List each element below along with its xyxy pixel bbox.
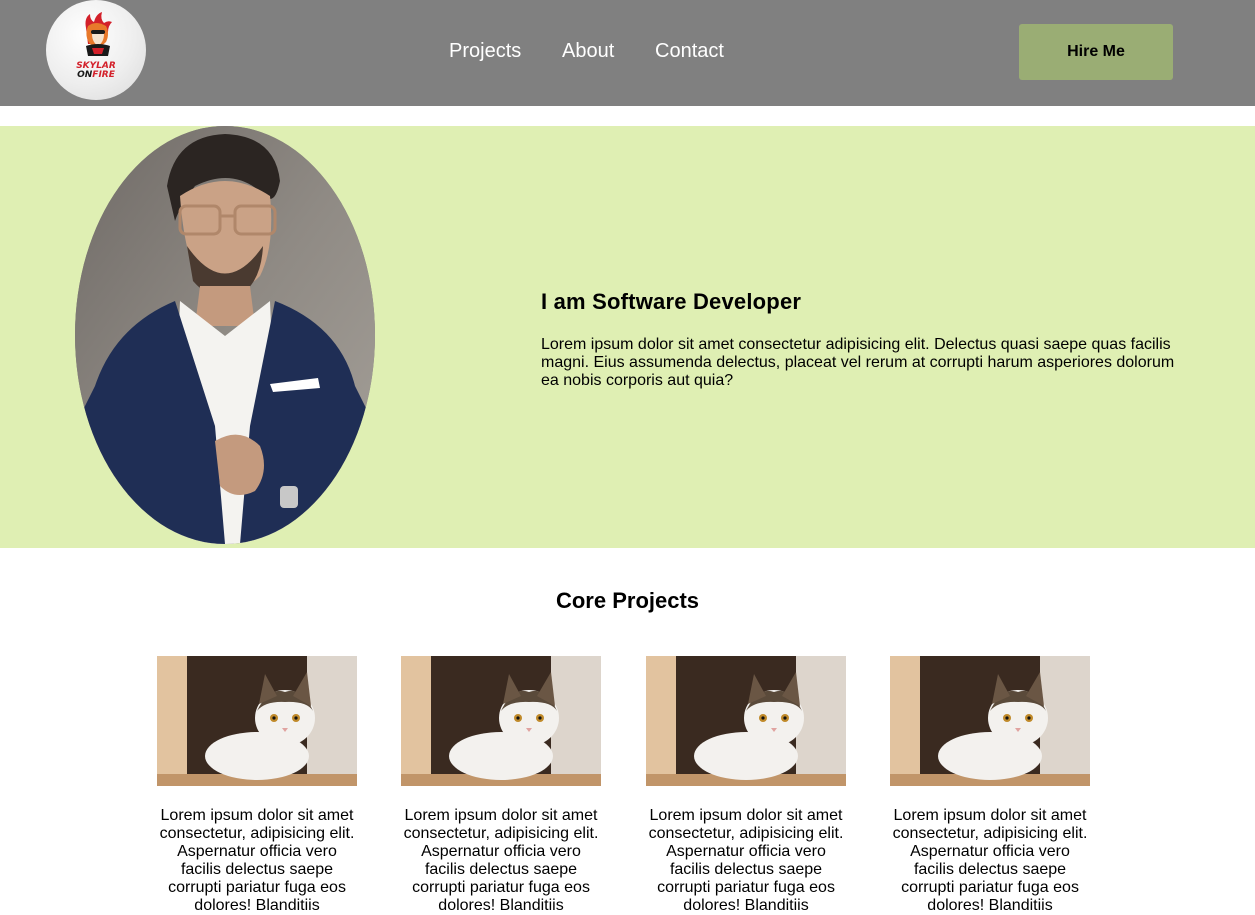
project-description: Lorem ipsum dolor sit amet consectetur, … (159, 807, 355, 914)
logo-text-fire: FIRE (92, 70, 115, 80)
project-thumbnail-cat (890, 656, 1090, 786)
project-description: Lorem ipsum dolor sit amet consectetur, … (892, 807, 1088, 914)
nav-link-about[interactable]: About (562, 40, 614, 63)
project-thumbnail-cat (646, 656, 846, 786)
project-description: Lorem ipsum dolor sit amet consectetur, … (403, 807, 599, 914)
nav-link-projects[interactable]: Projects (449, 40, 521, 63)
project-description: Lorem ipsum dolor sit amet consectetur, … (648, 807, 844, 914)
logo-text-secondary: ONFIRE (46, 71, 146, 80)
site-header: SKYLAR ONFIRE Projects About Contact Hir… (0, 0, 1255, 106)
hero-description: Lorem ipsum dolor sit amet consectetur a… (541, 336, 1175, 389)
developer-portrait (75, 126, 375, 544)
project-card[interactable]: Lorem ipsum dolor sit amet consectetur, … (157, 656, 357, 915)
hire-me-button[interactable]: Hire Me (1019, 24, 1173, 80)
hero-title: I am Software Developer (541, 289, 802, 314)
project-card[interactable]: Lorem ipsum dolor sit amet consectetur, … (401, 656, 601, 915)
logo-text-on: ON (77, 70, 93, 80)
site-logo[interactable]: SKYLAR ONFIRE (46, 0, 146, 100)
hero-section: I am Software Developer Lorem ipsum dolo… (0, 126, 1255, 548)
project-card[interactable]: Lorem ipsum dolor sit amet consectetur, … (646, 656, 846, 915)
project-thumbnail-cat (401, 656, 601, 786)
fox-mascot-icon (85, 12, 112, 56)
nav-link-contact[interactable]: Contact (655, 40, 724, 63)
project-thumbnail-cat (157, 656, 357, 786)
project-card[interactable]: Lorem ipsum dolor sit amet consectetur, … (890, 656, 1090, 915)
core-projects-title: Core Projects (555, 588, 700, 613)
